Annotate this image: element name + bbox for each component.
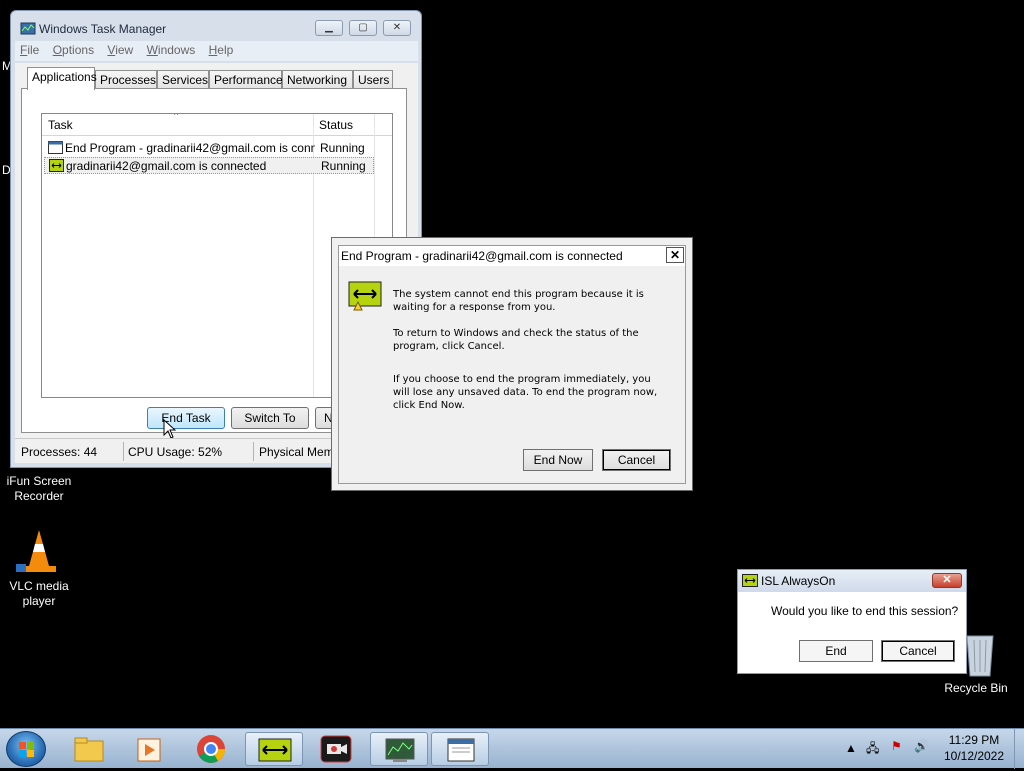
vlc-cone-icon [16,530,56,572]
end-task-button[interactable]: End Task [147,407,225,429]
close-button[interactable]: ✕ [666,247,684,263]
minimize-button[interactable]: ▁ [315,20,343,36]
desktop-icon-ifun-screen-recorder[interactable]: iFun Screen Recorder [4,474,74,504]
mouse-cursor-icon [163,419,177,439]
close-button[interactable]: ✕ [932,573,962,588]
menu-options[interactable]: Options [48,41,99,59]
window-title: Windows Task Manager [39,22,167,36]
tab-networking[interactable]: Networking [282,70,353,89]
dialog-message-3: If you choose to end the program immedia… [393,374,658,411]
menu-bar: File Options View Windows Help [15,41,418,61]
clock[interactable]: 11:29 PM 10/12/2022 [938,733,1010,763]
close-icon: ✕ [392,22,402,33]
sort-arrow-icon: ^ [174,113,179,120]
switch-to-button[interactable]: Switch To [231,407,309,429]
status-memory: Physical Mem [259,445,334,459]
isl-light-icon [258,738,292,762]
minimize-icon: ▁ [325,22,333,33]
tab-services[interactable]: Services [157,70,209,89]
taskbar-chrome[interactable] [182,732,240,766]
taskbar-file-explorer[interactable] [60,732,118,766]
dialog-title: End Program - gradinarii42@gmail.com is … [339,246,685,266]
tab-applications[interactable]: Applications [27,67,97,90]
window-icon [447,738,475,762]
isl-alwayson-dialog: ISL AlwaysOn ✕ Would you like to end thi… [737,569,967,674]
status-processes: Processes: 44 [21,445,98,459]
close-icon: ✕ [942,574,952,586]
task-status: Running [320,141,365,155]
dialog-message: Would you like to end this session? [771,604,959,618]
status-divider [253,442,254,461]
task-list-header: Task Status ^ [42,114,392,136]
action-center-flag-icon[interactable]: ⚑ [891,739,902,753]
taskbar-window[interactable] [431,732,489,766]
network-icon[interactable]: 🖧 [866,739,879,760]
menu-windows[interactable]: Windows [142,41,201,59]
isl-light-icon [49,159,64,172]
status-cpu: CPU Usage: 52% [128,445,223,459]
tab-performance[interactable]: Performance [209,70,283,89]
isl-warning-icon [348,281,382,311]
taskbar-screen-recorder[interactable] [307,732,365,766]
menu-file[interactable]: File [15,41,44,59]
end-program-dialog: End Program - gradinarii42@gmail.com is … [331,237,693,491]
dialog-title: ISL AlwaysOn [761,574,836,588]
maximize-button[interactable]: ▢ [349,20,377,36]
window-icon [48,141,63,154]
volume-icon[interactable]: 🔊 [914,739,929,753]
close-button[interactable]: ✕ [383,20,411,36]
menu-help[interactable]: Help [204,41,239,59]
task-row[interactable]: End Program - gradinarii42@gmail.com is … [44,140,374,157]
column-task[interactable]: Task [48,118,73,132]
file-explorer-icon [74,737,104,762]
task-name: End Program - gradinarii42@gmail.com is … [65,141,315,155]
clock-date: 10/12/2022 [943,749,1005,763]
show-desktop-button[interactable] [1014,729,1024,769]
task-status: Running [321,159,366,173]
dialog-message-1: The system cannot end this program becau… [393,289,644,313]
taskbar-isl-light[interactable] [245,732,303,766]
menu-view[interactable]: View [102,41,138,59]
column-status[interactable]: Status [319,118,353,132]
dialog-titlebar: ISL AlwaysOn ✕ [738,570,966,592]
dialog-message-2: To return to Windows and check the statu… [393,328,639,352]
end-button[interactable]: End [799,640,873,662]
isl-light-icon [742,574,758,587]
taskbar-media-player[interactable] [120,732,178,766]
end-now-button[interactable]: End Now [523,449,593,471]
tab-processes[interactable]: Processes [95,70,157,89]
taskbar: ▲ 🖧 ⚑ 🔊 11:29 PM 10/12/2022 [0,728,1024,769]
windows-logo-icon [19,742,34,757]
desktop-icon-label: VLC media player [9,579,69,608]
desktop-icon-label: iFun Screen Recorder [6,474,72,503]
task-name: gradinarii42@gmail.com is connected [66,159,267,173]
desktop-icon-vlc[interactable]: VLC media player [4,526,74,609]
start-button[interactable] [6,731,46,767]
cancel-button[interactable]: Cancel [881,640,955,662]
screen-recorder-icon [320,735,352,763]
status-divider [123,442,124,461]
media-player-icon [137,738,161,762]
desktop-icon-label: Recycle Bin [944,681,1008,695]
chrome-icon [197,735,225,763]
tab-users[interactable]: Users [353,70,393,89]
show-hidden-icons-chevron-icon[interactable]: ▲ [845,741,857,755]
task-manager-icon [385,738,415,762]
cancel-button[interactable]: Cancel [602,449,671,471]
clock-time: 11:29 PM [948,733,1000,747]
task-manager-app-icon [20,22,36,35]
close-icon: ✕ [669,248,681,262]
taskbar-task-manager[interactable] [370,732,428,766]
dialog-frame: End Program - gradinarii42@gmail.com is … [338,245,686,484]
task-row-selected[interactable]: gradinarii42@gmail.com is connected Runn… [44,157,374,174]
maximize-icon: ▢ [358,22,368,33]
